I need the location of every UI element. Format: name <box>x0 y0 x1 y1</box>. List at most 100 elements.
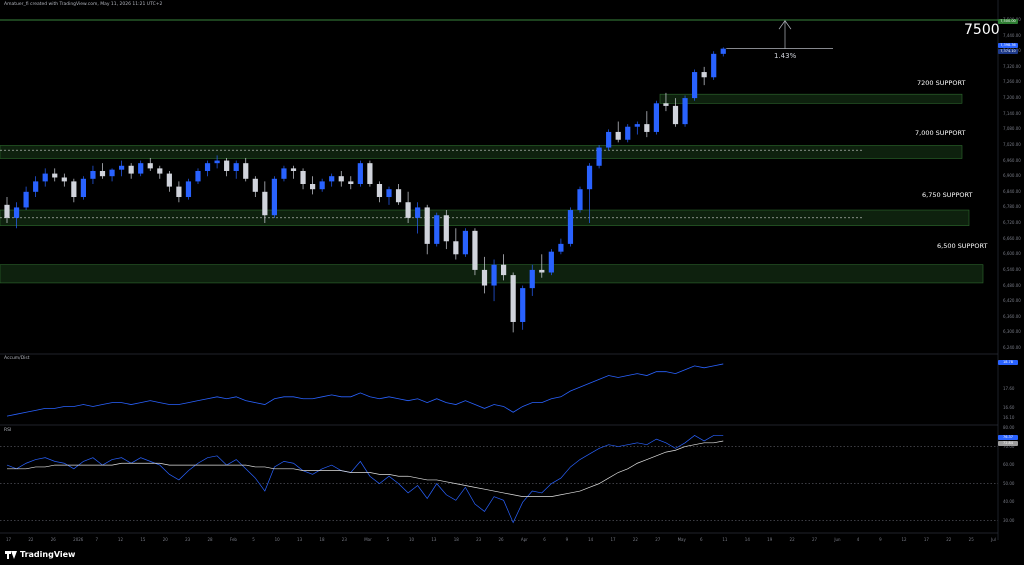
target-price-badge: 7,500.00 <box>998 19 1018 24</box>
rsi-tick: 40.00 <box>1003 499 1015 505</box>
candle-body <box>52 173 58 178</box>
time-tick: 11 <box>722 537 728 542</box>
rsi-tick: 30.00 <box>1003 517 1015 523</box>
candle-body <box>711 53 717 78</box>
candle-body <box>539 269 545 273</box>
candle-body <box>701 72 707 78</box>
candle-body <box>338 176 344 182</box>
price-tick: 7,200.00 <box>1003 95 1021 101</box>
candle-body <box>434 215 440 244</box>
support-zone-0 <box>659 93 963 104</box>
candle-body <box>405 202 411 218</box>
candle-body <box>510 275 516 322</box>
candle-body <box>195 170 201 182</box>
candle-body <box>529 269 535 289</box>
candle-body <box>692 72 698 99</box>
candle-body <box>233 163 239 171</box>
candle-body <box>319 181 325 190</box>
candle-body <box>424 207 430 244</box>
candle-body <box>271 178 277 216</box>
candle-body <box>357 163 363 184</box>
candle-body <box>443 215 449 242</box>
candle-body <box>386 189 392 198</box>
price-tick: 7,260.00 <box>1003 79 1021 85</box>
candle-body <box>243 163 249 179</box>
candle-body <box>33 181 39 192</box>
time-tick: 9 <box>565 537 569 542</box>
target-change-pct: 1.43% <box>774 52 797 60</box>
time-tick: 23 <box>185 537 191 542</box>
price-tick: 6,480.00 <box>1003 282 1021 288</box>
price-tick: 6,660.00 <box>1003 235 1021 241</box>
rsi-tick: 60.00 <box>1003 462 1015 468</box>
time-tick: 27 <box>811 537 818 542</box>
candle-body <box>720 48 726 54</box>
candle-body <box>462 230 468 255</box>
chart-attribution: Amatuer_fi created with TradingView.com,… <box>4 2 163 7</box>
support-label-7000: 7,000 SUPPORT <box>915 129 966 137</box>
time-tick: 17 <box>923 537 929 542</box>
time-tick: 14 <box>744 537 750 542</box>
candle-body <box>262 191 268 216</box>
time-tick: Mar <box>364 537 372 542</box>
accum-dist-label[interactable]: Accum/Dist <box>4 356 30 361</box>
time-tick: 7 <box>95 537 99 542</box>
price-tick: 7,080.00 <box>1003 126 1021 132</box>
time-tick: 19 <box>767 537 773 542</box>
price-tick: 6,600.00 <box>1003 251 1021 257</box>
candle-body <box>99 170 106 177</box>
time-tick: May <box>677 537 686 542</box>
time-tick: 17 <box>6 537 12 542</box>
candle-body <box>290 168 297 171</box>
chart-canvas[interactable] <box>0 0 1024 565</box>
rsi-ma-badge: 72.84 <box>998 441 1018 446</box>
candle-body <box>4 204 10 218</box>
price-tick: 6,300.00 <box>1003 329 1021 335</box>
price-tick: 6,780.00 <box>1003 204 1021 210</box>
candle-body <box>376 184 383 198</box>
candle-body <box>453 241 459 255</box>
price-tick: 6,840.00 <box>1003 188 1021 194</box>
candle-body <box>61 177 67 182</box>
time-tick: 26 <box>498 537 504 542</box>
candle-body <box>23 191 29 208</box>
price-tick: 6,420.00 <box>1003 298 1021 304</box>
price-tick: 6,960.00 <box>1003 157 1021 163</box>
candle-body <box>138 163 144 174</box>
candle-body <box>329 176 335 182</box>
support-zone-1 <box>0 145 963 159</box>
candle-body <box>481 269 488 286</box>
candle-body <box>214 160 220 164</box>
candle-body <box>395 189 402 203</box>
time-tick: 26 <box>50 537 56 542</box>
tradingview-logo[interactable]: TradingView <box>5 550 75 559</box>
time-tick: 2026 <box>73 537 84 542</box>
candle-body <box>42 173 48 182</box>
candle-body <box>625 126 631 140</box>
candle-body <box>185 181 192 198</box>
candle-body <box>653 103 659 132</box>
rsi-value-badge: 76.37 <box>998 435 1018 440</box>
time-tick: 13 <box>297 537 303 542</box>
time-tick: Apr <box>520 537 528 542</box>
candle-body <box>310 184 316 190</box>
time-tick: 25 <box>968 537 974 542</box>
last-price-badge: 7,398.36 <box>998 43 1018 48</box>
candle-body <box>577 189 583 211</box>
time-tick: 15 <box>140 537 146 542</box>
time-tick: 10 <box>408 537 415 542</box>
candle-body <box>634 124 640 127</box>
candle-body <box>472 230 478 270</box>
candle-body <box>615 131 621 140</box>
candle-body <box>682 98 688 125</box>
candle-body <box>166 173 172 187</box>
candle-body <box>204 163 211 171</box>
price-tick: 7,140.00 <box>1003 110 1021 116</box>
candle-body <box>157 168 163 174</box>
candle-body <box>567 210 574 244</box>
price-tick: 6,540.00 <box>1003 266 1021 272</box>
time-tick: Feb <box>229 537 237 542</box>
rsi-label[interactable]: RSI <box>4 428 11 433</box>
candle-body <box>71 181 77 198</box>
candle-body <box>109 169 115 177</box>
